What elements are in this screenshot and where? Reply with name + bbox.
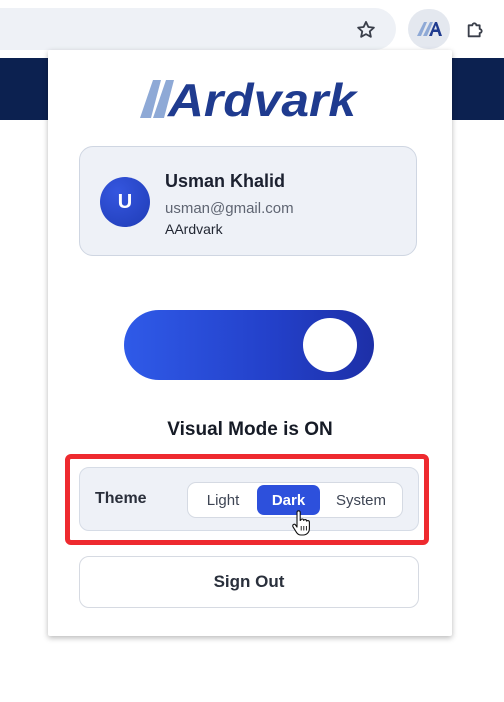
avatar: U: [100, 177, 150, 227]
extension-popup: Ardvark U Usman Khalid usman@gmail.com A…: [48, 50, 452, 636]
user-profile-card: U Usman Khalid usman@gmail.com AArdvark: [79, 146, 417, 256]
user-email: usman@gmail.com: [165, 200, 294, 217]
svg-text:Ardvark: Ardvark: [167, 74, 359, 122]
extensions-puzzle-icon[interactable]: [456, 9, 496, 49]
ardvark-logo: Ardvark: [138, 74, 360, 126]
toggle-knob: [303, 318, 357, 372]
visual-mode-status: Visual Mode is ON: [167, 419, 333, 440]
bookmark-star-icon[interactable]: [350, 14, 382, 46]
ardvark-extension-icon[interactable]: [408, 9, 450, 49]
user-name: Usman Khalid: [165, 171, 286, 191]
user-organization: AArdvark: [165, 221, 223, 237]
theme-highlight-box: [65, 454, 429, 545]
visual-mode-toggle[interactable]: [124, 310, 374, 380]
sign-out-button[interactable]: Sign Out: [79, 556, 419, 608]
address-bar[interactable]: [0, 8, 396, 50]
